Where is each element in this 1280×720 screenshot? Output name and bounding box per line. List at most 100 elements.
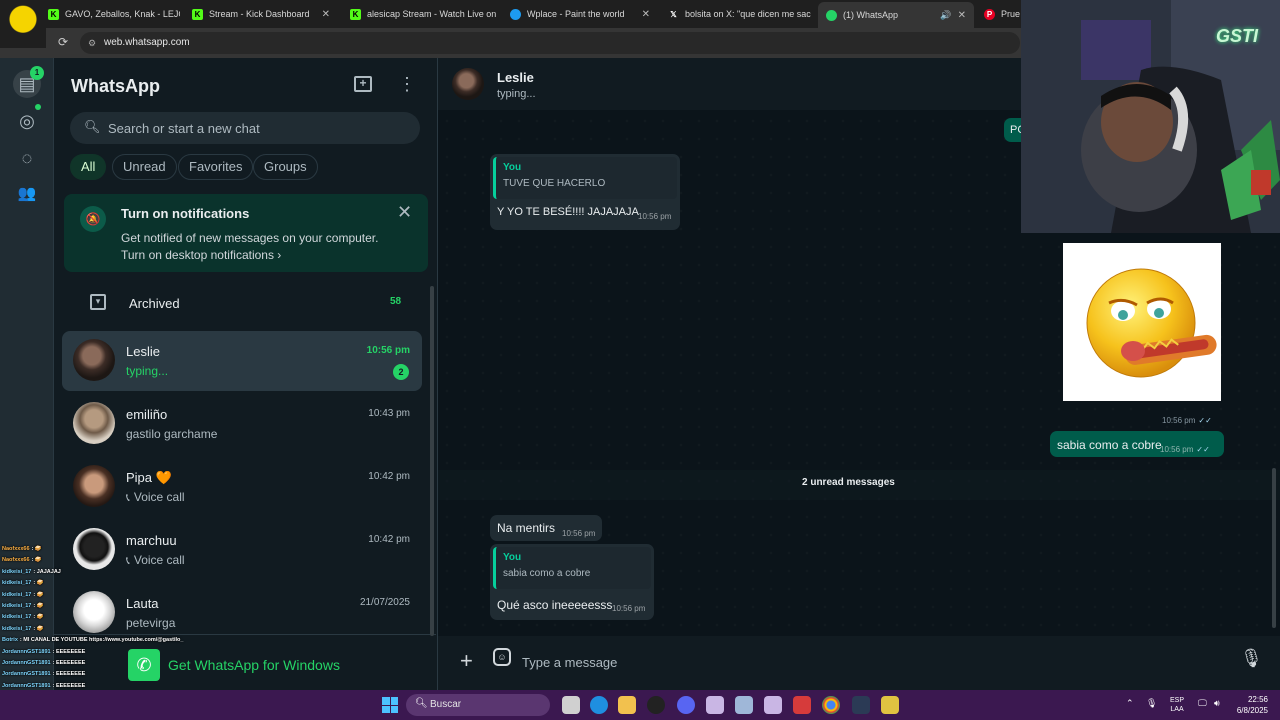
chat-preview: gastilo garchame (126, 427, 218, 441)
discord-icon[interactable] (677, 696, 695, 714)
photos-icon[interactable] (735, 696, 753, 714)
browser-tab[interactable]: 𝕏 bolsita on X: "que dicen me sac ✕ (660, 4, 816, 24)
message-bubble-in[interactable]: You sabia como a cobre Qué asco ineeeees… (490, 544, 654, 620)
double-check-icon: ✓✓ (1198, 416, 1212, 425)
unread-label: 2 unread messages (802, 477, 895, 488)
browser-tab[interactable]: P Prueba (976, 4, 1020, 24)
filter-all[interactable]: All (70, 154, 107, 180)
message-composer: + ☺ 🎙︎ (438, 636, 1280, 690)
quoted-message[interactable]: You sabia como a cobre (493, 547, 651, 589)
language-indicator[interactable]: ESP LAA (1170, 696, 1184, 714)
archived-row[interactable]: ▾ Archived 58 (54, 288, 430, 320)
chat-preview: typing... (126, 364, 169, 378)
windows-start-icon[interactable] (382, 697, 398, 713)
stream-chat-text: : EEEEEEEE (52, 671, 86, 678)
network-icon[interactable]: 🖵︎ (1198, 698, 1207, 709)
folder-icon[interactable] (618, 696, 636, 714)
app-icon[interactable] (706, 696, 724, 714)
double-check-icon: ✓✓ (1196, 445, 1210, 454)
speaker-icon[interactable]: 🔊 (940, 10, 951, 21)
task-view-icon[interactable] (562, 696, 580, 714)
app-title: WhatsApp (71, 76, 160, 96)
microphone-icon[interactable]: 🎙︎ (1240, 648, 1263, 669)
quoted-message[interactable]: You TUVE QUE HACERLO (493, 157, 677, 199)
stream-chat-user: JordannnGST1891 (2, 648, 51, 655)
scrollbar[interactable] (430, 286, 434, 636)
volume-icon[interactable]: 🔊︎ (1214, 698, 1220, 709)
quote-author: You (503, 162, 522, 173)
filter-groups[interactable]: Groups (253, 154, 318, 180)
chat-item-emilino[interactable]: emiliño gastilo garchame 10:43 pm (62, 394, 422, 454)
stream-chat-line: JordannnGST1891: EEEEEEEE (2, 660, 85, 666)
edge-icon[interactable] (590, 696, 608, 714)
browser-tab[interactable]: Wplace - Paint the world ✕ (502, 4, 658, 24)
stream-chat-user: kidkeisi_17 (2, 625, 32, 632)
browser-tab[interactable]: K GAVO, Zeballos, Knak - LEJO 🔊 ✕ (40, 4, 180, 24)
message-time-text: 10:56 pm (1160, 445, 1194, 454)
chat-item-leslie[interactable]: Leslie typing... 10:56 pm 2 (62, 331, 422, 391)
sticker-image[interactable] (1063, 243, 1221, 401)
phone-icon: 📞︎ (126, 492, 130, 504)
obs-icon[interactable] (647, 696, 665, 714)
menu-icon[interactable]: ⋮ (398, 74, 416, 94)
browser-tab-active[interactable]: (1) WhatsApp 🔊 ✕ (818, 2, 974, 28)
tab-label: alesicap Stream - Watch Live on (367, 9, 497, 19)
browser-tab[interactable]: K Stream - Kick Dashboard ✕ (184, 4, 338, 24)
clock[interactable]: 22:56 6/8/2025 (1232, 694, 1268, 716)
avatar[interactable] (452, 68, 484, 100)
app-icon[interactable] (764, 696, 782, 714)
message-bubble-in[interactable]: You TUVE QUE HACERLO Y YO TE BESÉ!!!! JA… (490, 154, 680, 230)
stream-chat-line: kidkeisi_17: 🥪 (2, 603, 44, 609)
chevron-up-icon[interactable]: ⌃ (1126, 698, 1134, 709)
chat-preview: 📞︎ Voice call (126, 490, 185, 505)
sticker-icon[interactable]: ☺ (493, 648, 511, 666)
message-text: Y YO TE BESÉ!!!! JAJAJAJA (497, 206, 639, 218)
browser-tab[interactable]: K alesicap Stream - Watch Live on ✕ (342, 4, 498, 24)
url-text: web.whatsapp.com (104, 37, 190, 48)
status-icon[interactable]: ◎ (13, 107, 41, 135)
tab-label: Stream - Kick Dashboard (209, 9, 310, 19)
chat-item-pipa[interactable]: Pipa 🧡 📞︎ Voice call 10:42 pm (62, 457, 422, 517)
message-time: 10:56 pm (638, 212, 672, 221)
communities-icon[interactable]: 👥 (13, 180, 41, 208)
archived-count: 58 (390, 296, 402, 307)
channels-icon[interactable]: ◌ (13, 144, 41, 172)
url-field[interactable]: ⚙ web.whatsapp.com (80, 32, 1020, 54)
search-input[interactable] (108, 112, 408, 144)
stream-chat-line: kidkeisi_17: 🥪 (2, 626, 44, 632)
search-icon: 🔍︎ (415, 698, 428, 709)
message-input[interactable] (522, 646, 1222, 678)
media-icon[interactable] (793, 696, 811, 714)
notification-link[interactable]: Turn on desktop notifications › (121, 248, 281, 262)
site-info-icon[interactable]: ⚙ (88, 32, 96, 54)
sticker-time: 10:56 pm ✓✓ (1162, 416, 1212, 425)
taskbar-search-label: Buscar (430, 699, 462, 710)
stream-chat-line: JordannnGST1891: EEEEEEEE (2, 671, 85, 677)
tab-label: (1) WhatsApp (843, 10, 899, 20)
chat-time: 10:56 pm (366, 345, 410, 356)
stream-chat-line: JordannnGST1891: EEEEEEEE (2, 649, 85, 655)
message-bubble-in[interactable]: Na mentirs 10:56 pm (490, 515, 602, 541)
chat-name: emiliño (126, 407, 168, 422)
chrome-icon[interactable] (822, 696, 840, 714)
close-icon[interactable]: ✕ (322, 9, 330, 20)
chat-preview-text: Voice call (133, 490, 185, 504)
reload-icon[interactable]: ⟳ (58, 35, 68, 49)
close-icon[interactable]: ✕ (642, 9, 650, 20)
filter-favorites[interactable]: Favorites (178, 154, 254, 180)
plus-icon[interactable]: + (460, 648, 473, 674)
message-bubble-out[interactable]: sabia como a cobre 10:56 pm ✓✓ (1050, 431, 1224, 457)
app-icon[interactable] (852, 696, 870, 714)
new-chat-icon[interactable]: + (354, 76, 372, 92)
message-time: 10:56 pm (562, 529, 596, 538)
microphone-icon[interactable]: 🎙︎ (1146, 698, 1157, 709)
taskbar-search[interactable]: 🔍︎ Buscar (406, 694, 550, 716)
scrollbar[interactable] (1272, 468, 1276, 628)
stream-chat-user: kidkeisi_17 (2, 580, 32, 587)
search-box: 🔍︎ (70, 112, 420, 144)
close-icon[interactable]: ✕ (958, 10, 966, 21)
close-icon[interactable]: ✕ (397, 202, 412, 223)
filter-unread[interactable]: Unread (112, 154, 177, 180)
stream-chat-overlay: Naofxxx66: 🥪 Naofxxx66: 🥪 kidkeisi_17: JAJ… (0, 544, 216, 690)
app-icon[interactable] (881, 696, 899, 714)
